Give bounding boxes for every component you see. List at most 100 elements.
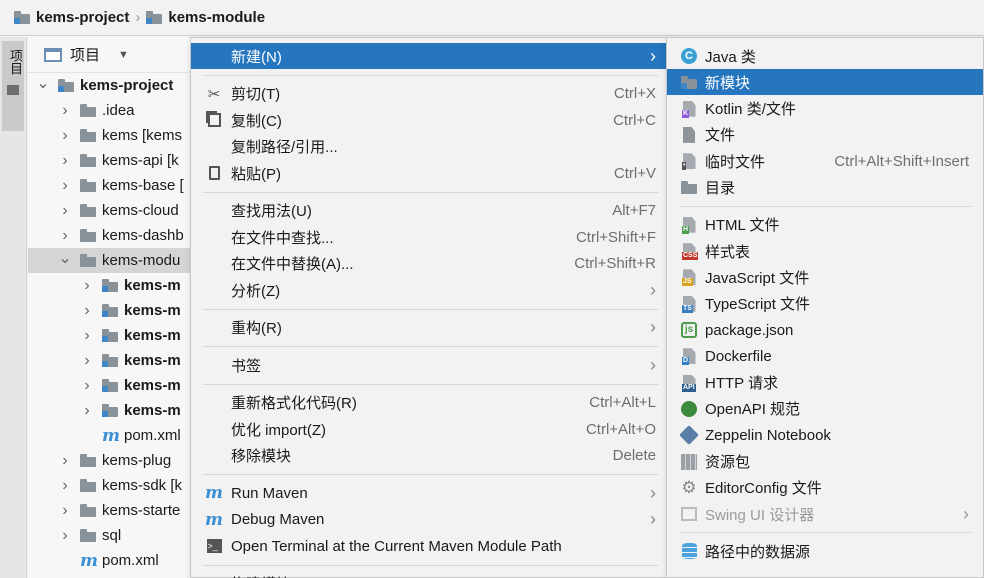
menu-item-new[interactable]: 新建(N) ›: [191, 43, 670, 69]
menu-item-label: 在文件中替换(A)...: [231, 256, 354, 273]
tree-item[interactable]: › kems-cloud: [28, 198, 198, 223]
tree-item[interactable]: › kems-plug: [28, 448, 198, 473]
chevron-down-icon[interactable]: ⌄: [36, 73, 50, 93]
module-folder-icon: [14, 11, 30, 24]
chevron-down-icon[interactable]: ⌄: [58, 248, 72, 268]
submenu-item-javascript-file[interactable]: JS JavaScript 文件: [667, 264, 983, 290]
tree-item[interactable]: › kems-m: [28, 298, 198, 323]
menu-item-find-usages[interactable]: 查找用法(U) Alt+F7: [191, 198, 670, 224]
chevron-right-icon[interactable]: ›: [80, 302, 94, 320]
tree-item[interactable]: › kems-m: [28, 323, 198, 348]
menu-item-copy[interactable]: 复制(C) Ctrl+C: [191, 107, 670, 133]
menu-item-run-maven[interactable]: m Run Maven ›: [191, 480, 670, 506]
menu-item-remove-module[interactable]: 移除模块 Delete: [191, 443, 670, 469]
maven-debug-icon: m: [205, 509, 223, 530]
submenu-item-file[interactable]: 文件: [667, 122, 983, 148]
menu-separator: [679, 532, 971, 534]
submenu-item-java-class[interactable]: C Java 类: [667, 43, 983, 69]
tree-item[interactable]: ⌄ kems-modu: [28, 248, 198, 273]
chevron-right-icon[interactable]: ›: [58, 202, 72, 220]
project-tool-tab[interactable]: 项目: [2, 41, 24, 131]
tree-item[interactable]: ⌄ kems-project: [28, 73, 198, 98]
chevron-right-icon[interactable]: ›: [58, 452, 72, 470]
menu-item-open-terminal[interactable]: >_ Open Terminal at the Current Maven Mod…: [191, 533, 670, 559]
chevron-right-icon[interactable]: ›: [58, 152, 72, 170]
tree-item[interactable]: › kems-base [: [28, 173, 198, 198]
tree-item[interactable]: › kems-sdk [k: [28, 473, 198, 498]
tree-item-label: kems-m: [124, 327, 181, 344]
chevron-right-icon[interactable]: ›: [58, 227, 72, 245]
submenu-item-dockerfile[interactable]: D Dockerfile: [667, 343, 983, 369]
chevron-right-icon[interactable]: ›: [58, 127, 72, 145]
menu-item-find-in-files[interactable]: 在文件中查找... Ctrl+Shift+F: [191, 224, 670, 250]
submenu-item-label: 目录: [705, 180, 736, 197]
submenu-item-scratch-file[interactable]: • 临时文件 Ctrl+Alt+Shift+Insert: [667, 148, 983, 174]
tree-item[interactable]: › kems-m: [28, 273, 198, 298]
submenu-item-html-file[interactable]: H HTML 文件: [667, 212, 983, 238]
menu-item-refactor[interactable]: 重构(R) ›: [191, 315, 670, 341]
submenu-item-package-json[interactable]: js package.json: [667, 317, 983, 343]
project-panel-header[interactable]: 项目 ▼: [28, 37, 198, 73]
chevron-right-icon[interactable]: ›: [80, 377, 94, 395]
chevron-right-icon[interactable]: ›: [80, 327, 94, 345]
submenu-item-new-module[interactable]: 新模块: [667, 69, 983, 96]
resource-bundle-icon: [680, 453, 698, 471]
chevron-right-icon[interactable]: ›: [80, 277, 94, 295]
scissors-icon: ✂: [207, 85, 221, 103]
tree-item[interactable]: m pom.xml: [28, 548, 198, 573]
tree-item-label: kems-m: [124, 277, 181, 294]
submenu-item-kotlin[interactable]: K Kotlin 类/文件: [667, 96, 983, 122]
submenu-item-openapi[interactable]: OpenAPI 规范: [667, 396, 983, 422]
tree-item[interactable]: › kems-m: [28, 348, 198, 373]
menu-separator: [203, 308, 658, 310]
chevron-down-icon[interactable]: ▼: [118, 49, 129, 61]
tree-item-label: kems-dashb: [102, 227, 184, 244]
menu-item-paste[interactable]: 粘贴(P) Ctrl+V: [191, 160, 670, 186]
menu-item-optimize-imports[interactable]: 优化 import(Z) Ctrl+Alt+O: [191, 416, 670, 442]
menu-item-debug-maven[interactable]: m Debug Maven ›: [191, 507, 670, 533]
submenu-item-label: OpenAPI 规范: [705, 401, 801, 419]
menu-item-build-module[interactable]: 构建模块 'kems-module-parent'(M): [191, 571, 670, 578]
menu-item-copy-path[interactable]: 复制路径/引用...: [191, 134, 670, 160]
menu-item-reformat-code[interactable]: 重新格式化代码(R) Ctrl+Alt+L: [191, 390, 670, 416]
submenu-item-label: TypeScript 文件: [705, 296, 811, 314]
tree-item[interactable]: › .idea: [28, 98, 198, 123]
menu-item-analyze[interactable]: 分析(Z) ›: [191, 277, 670, 303]
breadcrumb-project[interactable]: kems-project: [36, 9, 129, 26]
submenu-item-typescript-file[interactable]: TS TypeScript 文件: [667, 291, 983, 317]
submenu-item-stylesheet[interactable]: CSS 样式表: [667, 238, 983, 264]
tree-item[interactable]: › kems-starte: [28, 498, 198, 523]
tree-item[interactable]: › kems [kems: [28, 123, 198, 148]
breadcrumb-module[interactable]: kems-module: [168, 9, 265, 26]
chevron-right-icon[interactable]: ›: [58, 477, 72, 495]
tree-item[interactable]: › kems-api [k: [28, 148, 198, 173]
tree-item[interactable]: › sql: [28, 523, 198, 548]
chevron-right-icon[interactable]: ›: [58, 102, 72, 120]
tree-item[interactable]: › kems-m: [28, 373, 198, 398]
menu-separator: [203, 191, 658, 193]
submenu-item-editorconfig[interactable]: ⚙ EditorConfig 文件: [667, 475, 983, 501]
menu-item-bookmarks[interactable]: 书签 ›: [191, 352, 670, 378]
openapi-icon: [680, 400, 698, 418]
tree-item-label: kems-sdk [k: [102, 477, 183, 494]
submenu-item-zeppelin[interactable]: Zeppelin Notebook: [667, 422, 983, 448]
submenu-item-resource-bundle[interactable]: 资源包: [667, 449, 983, 475]
tree-item[interactable]: m pom.xml: [28, 423, 198, 448]
chevron-right-icon[interactable]: ›: [80, 402, 94, 420]
submenu-item-directory[interactable]: 目录: [667, 175, 983, 201]
tree-item[interactable]: › kems-m: [28, 398, 198, 423]
chevron-right-icon[interactable]: ›: [80, 352, 94, 370]
submenu-item-data-source[interactable]: 路径中的数据源: [667, 538, 983, 564]
submenu-item-http-request[interactable]: API HTTP 请求: [667, 370, 983, 396]
folder-icon: [80, 504, 96, 517]
folder-icon: [80, 104, 96, 117]
chevron-right-icon[interactable]: ›: [58, 527, 72, 545]
chevron-right-icon: ›: [650, 482, 656, 503]
chevron-right-icon[interactable]: ›: [58, 502, 72, 520]
chevron-right-icon[interactable]: ›: [58, 177, 72, 195]
tree-item[interactable]: › kems-dashb: [28, 223, 198, 248]
menu-item-replace-in-files[interactable]: 在文件中替换(A)... Ctrl+Shift+R: [191, 251, 670, 277]
menu-item-cut[interactable]: ✂ 剪切(T) Ctrl+X: [191, 81, 670, 107]
folder-icon: [80, 179, 96, 192]
kotlin-icon: K: [680, 100, 698, 118]
